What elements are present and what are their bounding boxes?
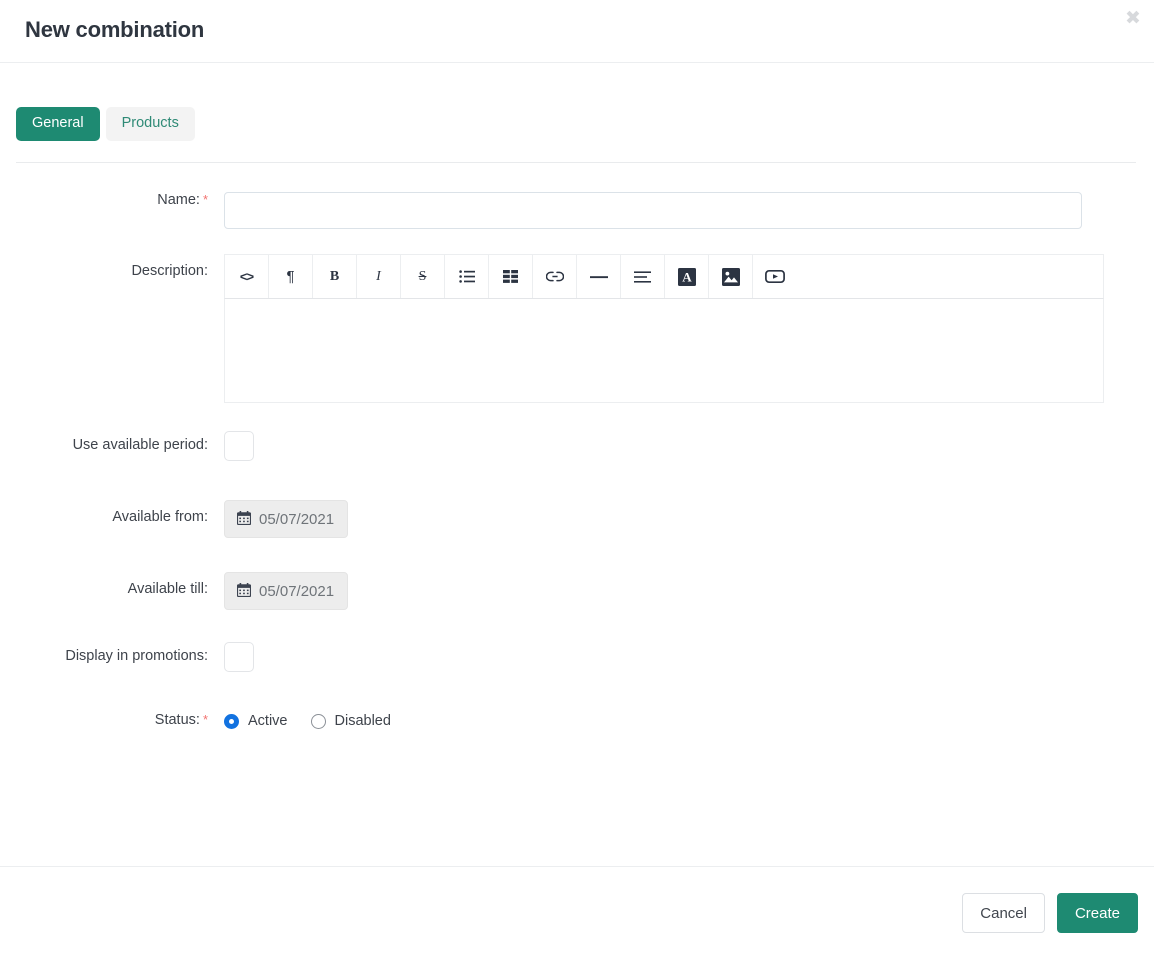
code-icon[interactable]: <> (225, 255, 269, 298)
name-field-wrap (224, 192, 1154, 229)
unordered-list-icon[interactable] (445, 255, 489, 298)
name-label: Name: * (0, 192, 224, 208)
align-icon[interactable] (621, 255, 665, 298)
create-button[interactable]: Create (1056, 893, 1138, 933)
available-till-label: Available till: (127, 581, 208, 597)
tabs-divider (16, 161, 1136, 163)
status-option-active[interactable]: Active (224, 713, 288, 729)
new-combination-modal: New combination ✖ General Products Name:… (0, 0, 1154, 958)
radio-disabled-indicator[interactable] (310, 713, 326, 729)
name-required-marker: * (202, 192, 208, 207)
form-row-use-available-period: Use available period: (0, 431, 1154, 461)
available-from-value: 05/07/2021 (259, 510, 335, 528)
insert-video-icon[interactable] (753, 255, 797, 298)
paragraph-icon[interactable]: ¶ (269, 255, 313, 298)
description-editor: <> ¶ B I S A (224, 254, 1104, 403)
form-row-description: Description: <> ¶ B I S A (0, 254, 1154, 403)
calendar-icon (236, 511, 252, 527)
description-label: Description: (131, 263, 208, 279)
tabs-container: General Products (0, 63, 1154, 163)
form-row-available-from: Available from: 05/07/2021 (0, 500, 1154, 538)
link-icon[interactable] (533, 255, 577, 298)
table-icon[interactable] (489, 255, 533, 298)
editor-toolbar: <> ¶ B I S A (224, 254, 1104, 299)
modal-footer: Cancel Create (962, 893, 1138, 933)
status-label: Status: * (0, 710, 224, 728)
status-label-text: Status: (154, 712, 200, 728)
close-icon[interactable]: ✖ (1122, 8, 1144, 30)
name-input[interactable] (224, 192, 1082, 229)
modal-header: New combination ✖ (0, 0, 1154, 63)
form-row-available-till: Available till: 05/07/2021 (0, 572, 1154, 610)
display-in-promotions-field-wrap (224, 642, 1154, 672)
display-in-promotions-label: Display in promotions: (65, 648, 208, 664)
status-field-wrap: Active Disabled (224, 710, 1154, 732)
insert-image-icon[interactable] (709, 255, 753, 298)
use-available-period-checkbox[interactable] (224, 431, 254, 461)
display-in-promotions-checkbox[interactable] (224, 642, 254, 672)
use-available-period-label: Use available period: (72, 437, 208, 453)
available-from-field-wrap: 05/07/2021 (224, 500, 1154, 538)
italic-icon[interactable]: I (357, 255, 401, 298)
status-radio-group: Active Disabled (224, 710, 1154, 732)
status-required-marker: * (202, 712, 208, 727)
general-form: Name: * Description: <> ¶ B I S A Use av… (0, 178, 1154, 732)
horizontal-rule-icon[interactable] (577, 255, 621, 298)
page-title: New combination (25, 17, 205, 42)
cancel-button[interactable]: Cancel (962, 893, 1045, 933)
use-available-period-field-wrap (224, 431, 1154, 461)
description-textarea[interactable] (224, 299, 1104, 403)
description-field-wrap: <> ¶ B I S A (224, 254, 1154, 403)
status-option-active-label: Active (248, 713, 288, 729)
available-from-label: Available from: (112, 509, 208, 525)
text-style-icon[interactable]: A (665, 255, 709, 298)
available-till-input[interactable]: 05/07/2021 (224, 572, 349, 610)
available-from-input[interactable]: 05/07/2021 (224, 500, 349, 538)
strikethrough-icon[interactable]: S (401, 255, 445, 298)
svg-text:A: A (682, 269, 692, 284)
footer-divider (0, 866, 1154, 867)
status-option-disabled-label: Disabled (334, 713, 391, 729)
status-option-disabled[interactable]: Disabled (310, 713, 391, 729)
available-till-value: 05/07/2021 (259, 582, 335, 600)
radio-active-indicator[interactable] (224, 713, 239, 729)
form-row-status: Status: * Active Disabled (0, 710, 1154, 732)
tab-general[interactable]: General (16, 107, 100, 141)
form-row-name: Name: * (0, 192, 1154, 229)
bold-icon[interactable]: B (313, 255, 357, 298)
tab-products[interactable]: Products (105, 107, 195, 141)
calendar-icon (236, 583, 252, 599)
tab-list: General Products (0, 63, 1154, 141)
available-till-field-wrap: 05/07/2021 (224, 572, 1154, 610)
name-label-text: Name: (157, 192, 200, 208)
form-row-display-in-promotions: Display in promotions: (0, 642, 1154, 672)
